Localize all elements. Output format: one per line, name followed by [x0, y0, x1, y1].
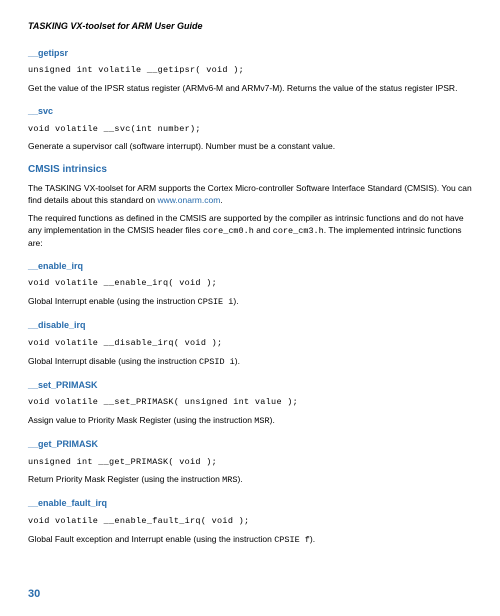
code-set-primask: void volatile __set_PRIMASK( unsigned in… — [28, 397, 472, 409]
code-enable-fault-irq: void volatile __enable_fault_irq( void )… — [28, 516, 472, 528]
heading-svc: __svc — [28, 105, 472, 118]
get-primask-post: ). — [237, 474, 242, 484]
para-svc: Generate a supervisor call (software int… — [28, 141, 472, 153]
cmsis-para1-pre: The TASKING VX-toolset for ARM supports … — [28, 183, 472, 205]
para-getipsr: Get the value of the IPSR status registe… — [28, 83, 472, 95]
code-enable-irq: void volatile __enable_irq( void ); — [28, 278, 472, 290]
code-get-primask: unsigned int __get_PRIMASK( void ); — [28, 457, 472, 469]
cmsis-para1-post: . — [220, 195, 222, 205]
heading-cmsis: CMSIS intrinsics — [28, 163, 472, 177]
get-primask-code: MRS — [222, 475, 237, 485]
heading-enable-fault-irq: __enable_fault_irq — [28, 497, 472, 510]
para-cmsis-1: The TASKING VX-toolset for ARM supports … — [28, 183, 472, 207]
heading-get-primask: __get_PRIMASK — [28, 438, 472, 451]
heading-enable-irq: __enable_irq — [28, 260, 472, 273]
para-enable-irq: Global Interrupt enable (using the instr… — [28, 296, 472, 309]
para-get-primask: Return Priority Mask Register (using the… — [28, 474, 472, 487]
enable-irq-code: CPSIE i — [198, 297, 234, 307]
enable-irq-post: ). — [233, 296, 238, 306]
disable-irq-post: ). — [235, 356, 240, 366]
set-primask-post: ). — [270, 415, 275, 425]
cmsis-mid: and — [254, 225, 273, 235]
code-core-cm0: core_cm0.h — [203, 226, 254, 236]
para-cmsis-2: The required functions as defined in the… — [28, 213, 472, 250]
para-enable-fault-irq: Global Fault exception and Interrupt ena… — [28, 534, 472, 547]
code-disable-irq: void volatile __disable_irq( void ); — [28, 338, 472, 350]
enable-fault-irq-code: CPSIE f — [274, 535, 310, 545]
code-core-cm3: core_cm3.h — [273, 226, 324, 236]
link-onarm[interactable]: www.onarm.com — [157, 195, 220, 205]
disable-irq-code: CPSID i — [199, 357, 235, 367]
code-svc: void volatile __svc(int number); — [28, 124, 472, 136]
set-primask-pre: Assign value to Priority Mask Register (… — [28, 415, 254, 425]
set-primask-code: MSR — [254, 416, 269, 426]
heading-disable-irq: __disable_irq — [28, 319, 472, 332]
enable-irq-pre: Global Interrupt enable (using the instr… — [28, 296, 198, 306]
page-header-title: TASKING VX-toolset for ARM User Guide — [28, 20, 472, 33]
heading-getipsr: __getipsr — [28, 47, 472, 60]
enable-fault-irq-post: ). — [310, 534, 315, 544]
heading-set-primask: __set_PRIMASK — [28, 379, 472, 392]
disable-irq-pre: Global Interrupt disable (using the inst… — [28, 356, 199, 366]
get-primask-pre: Return Priority Mask Register (using the… — [28, 474, 222, 484]
page-number: 30 — [28, 587, 40, 602]
para-set-primask: Assign value to Priority Mask Register (… — [28, 415, 472, 428]
enable-fault-irq-pre: Global Fault exception and Interrupt ena… — [28, 534, 274, 544]
code-getipsr: unsigned int volatile __getipsr( void ); — [28, 65, 472, 77]
para-disable-irq: Global Interrupt disable (using the inst… — [28, 356, 472, 369]
